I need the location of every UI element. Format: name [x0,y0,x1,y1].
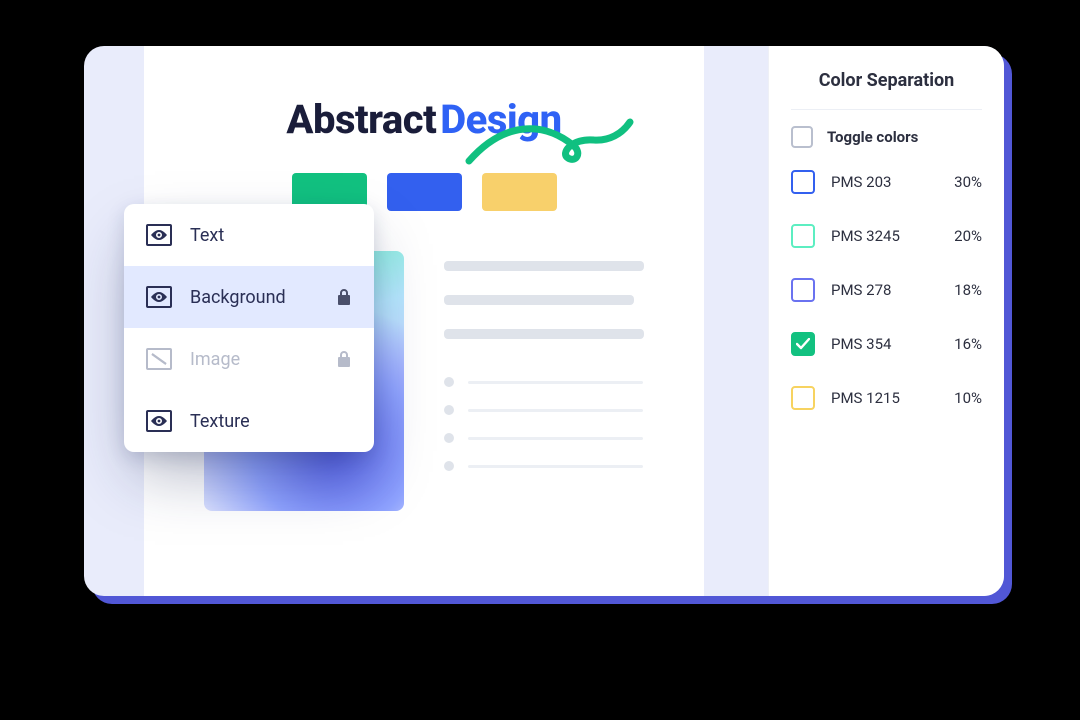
layers-panel: Text Background Image [124,204,374,452]
eye-icon [146,286,172,308]
checkbox-checked-icon[interactable] [791,332,815,356]
sidebar-color-separation: Color Separation Toggle colors PMS 203 3… [768,46,1004,596]
sidebar-title: Color Separation [791,70,982,110]
swatch-yellow[interactable] [482,173,557,211]
color-percent: 16% [954,335,982,353]
layer-label: Texture [190,411,352,432]
title-word-2: Design [440,96,561,143]
color-row-pms203[interactable]: PMS 203 30% [791,170,982,194]
document-title: Abstract Design [204,96,644,143]
text-placeholder-column [444,251,644,511]
color-name: PMS 1215 [831,389,954,407]
color-name: PMS 3245 [831,227,954,245]
layer-label: Image [190,349,318,370]
color-percent: 20% [954,227,982,245]
color-row-pms354[interactable]: PMS 354 16% [791,332,982,356]
checkbox-icon[interactable] [791,224,815,248]
toggle-colors-label: Toggle colors [827,128,918,146]
eye-icon [146,410,172,432]
layer-item-image[interactable]: Image [124,328,374,390]
title-word-1: Abstract [286,96,436,143]
placeholder-bullet [444,461,644,471]
color-name: PMS 278 [831,281,954,299]
color-percent: 30% [954,173,982,191]
color-percent: 18% [954,281,982,299]
layer-item-texture[interactable]: Texture [124,390,374,452]
color-percent: 10% [954,389,982,407]
lock-icon [336,350,352,368]
color-name: PMS 203 [831,173,954,191]
placeholder-bullet [444,405,644,415]
color-name: PMS 354 [831,335,954,353]
layer-label: Text [190,225,352,246]
canvas-area: Abstract Design [84,46,768,596]
color-row-pms3245[interactable]: PMS 3245 20% [791,224,982,248]
eye-icon [146,224,172,246]
placeholder-line [444,261,644,271]
checkbox-icon[interactable] [791,170,815,194]
swatch-blue[interactable] [387,173,462,211]
checkbox-icon[interactable] [791,386,815,410]
placeholder-bullet [444,377,644,387]
layer-item-background[interactable]: Background [124,266,374,328]
checkbox-icon[interactable] [791,126,813,148]
checkbox-icon[interactable] [791,278,815,302]
hidden-icon [146,348,172,370]
color-row-pms278[interactable]: PMS 278 18% [791,278,982,302]
color-row-pms1215[interactable]: PMS 1215 10% [791,386,982,410]
toggle-colors-row[interactable]: Toggle colors [791,126,982,148]
layer-label: Background [190,287,318,308]
layer-item-text[interactable]: Text [124,204,374,266]
app-window: Abstract Design [84,46,1004,596]
placeholder-line [444,295,634,305]
placeholder-bullet [444,433,644,443]
lock-icon [336,288,352,306]
placeholder-line [444,329,644,339]
